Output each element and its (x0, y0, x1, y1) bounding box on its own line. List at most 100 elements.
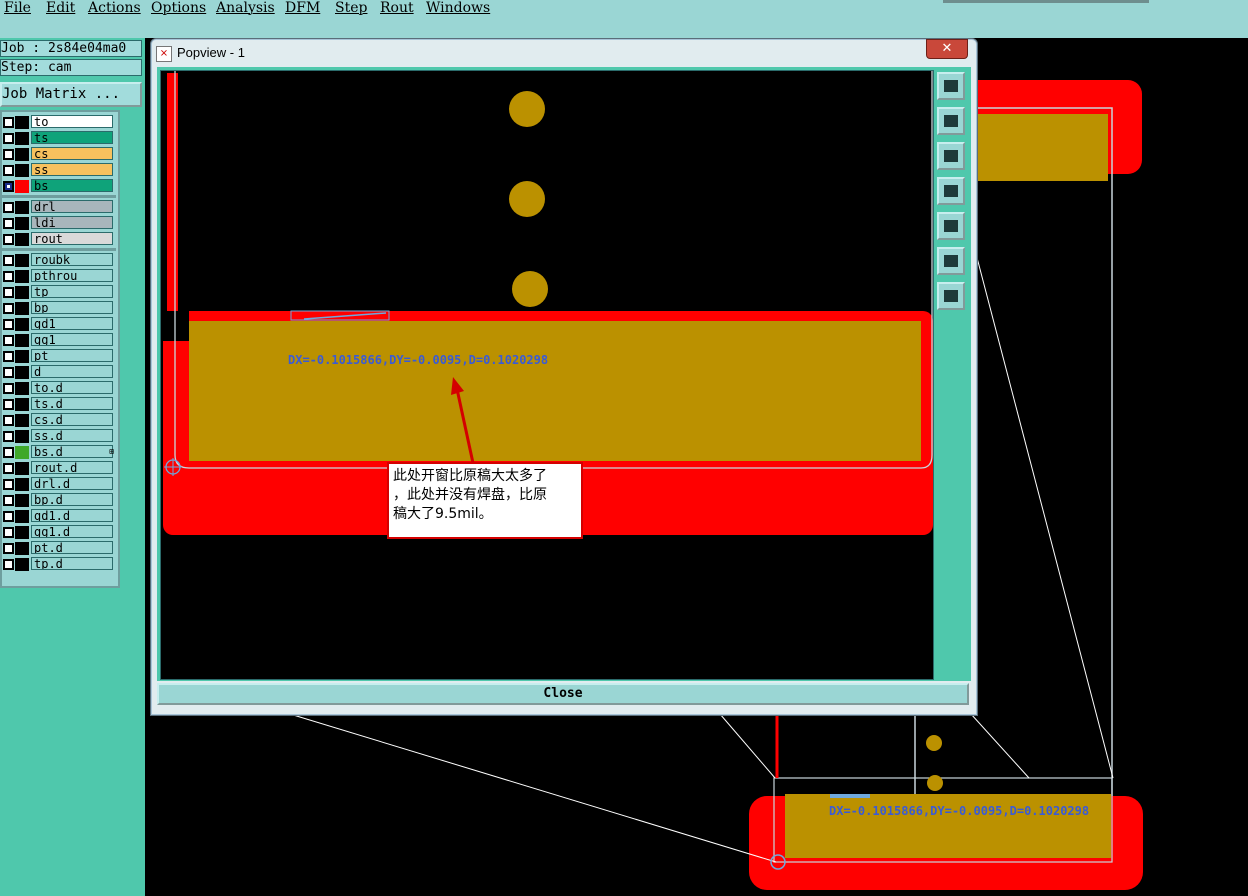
layer-name[interactable]: rout (31, 232, 113, 245)
layer-name[interactable]: bp (31, 301, 113, 314)
layer-checkbox[interactable] (3, 511, 14, 522)
layer-row-tp[interactable]: tp (2, 284, 116, 300)
menu-file[interactable]: File (4, 0, 31, 16)
layer-checkbox[interactable] (3, 527, 14, 538)
layer-row-cs-d[interactable]: cs.d (2, 412, 116, 428)
layer-row-ts-d[interactable]: ts.d (2, 396, 116, 412)
layer-checkbox[interactable] (3, 271, 14, 282)
layer-row-roubk[interactable]: roubk (2, 252, 116, 268)
layer-checkbox[interactable] (3, 255, 14, 266)
layer-row-ts[interactable]: ts (2, 130, 116, 146)
zoom-home-icon[interactable] (937, 72, 965, 100)
layer-name[interactable]: pthrou (31, 269, 113, 282)
layer-checkbox[interactable] (3, 303, 14, 314)
layer-row-drl[interactable]: drl (2, 199, 116, 215)
layer-checkbox[interactable] (3, 543, 14, 554)
layer-checkbox[interactable] (3, 202, 14, 213)
layer-row-pt[interactable]: pt (2, 348, 116, 364)
pan-right-icon[interactable] (937, 212, 965, 240)
layer-checkbox[interactable] (3, 181, 14, 192)
layer-name[interactable]: ss (31, 163, 113, 176)
layer-name[interactable]: ts (31, 131, 113, 144)
layer-name[interactable]: cs.d (31, 413, 113, 426)
layer-name[interactable]: ts.d (31, 397, 113, 410)
layer-name[interactable]: cs (31, 147, 113, 160)
job-matrix-button[interactable]: Job Matrix ... (0, 82, 142, 107)
layer-name[interactable]: bp.d (31, 493, 113, 506)
popview-canvas[interactable]: DX=-0.1015866,DY=-0.0095,D=0.1020298 (160, 70, 934, 680)
layer-name[interactable]: to (31, 115, 113, 128)
layer-name[interactable]: bs.d (31, 445, 113, 458)
layer-checkbox[interactable] (3, 287, 14, 298)
close-icon[interactable]: ✕ (926, 39, 968, 59)
layer-row-drl-d[interactable]: drl.d (2, 476, 116, 492)
pan-down-icon[interactable] (937, 142, 965, 170)
layer-row-bs-d[interactable]: bs.d ⊞ (2, 444, 116, 460)
zoom-in-icon[interactable] (937, 247, 965, 275)
layer-checkbox[interactable] (3, 479, 14, 490)
pan-left-icon[interactable] (937, 177, 965, 205)
menu-actions[interactable]: Actions (88, 0, 141, 16)
menu-edit[interactable]: Edit (46, 0, 75, 16)
menu-dfm[interactable]: DFM (285, 0, 320, 16)
layer-checkbox[interactable] (3, 133, 14, 144)
zoom-out-icon[interactable] (937, 282, 965, 310)
layer-checkbox[interactable] (3, 335, 14, 346)
layer-checkbox[interactable] (3, 234, 14, 245)
layer-row-gg1[interactable]: gg1 (2, 332, 116, 348)
layer-row-bp[interactable]: bp (2, 300, 116, 316)
layer-name[interactable]: drl (31, 200, 113, 213)
layer-row-ldi[interactable]: ldi (2, 215, 116, 231)
layer-row-d[interactable]: d (2, 364, 116, 380)
pan-up-icon[interactable] (937, 107, 965, 135)
layer-checkbox[interactable] (3, 149, 14, 160)
layer-row-pthrou[interactable]: pthrou (2, 268, 116, 284)
layer-row-gd1[interactable]: gd1 (2, 316, 116, 332)
layer-row-gg1-d[interactable]: gg1.d (2, 524, 116, 540)
layer-row-tp-d[interactable]: tp.d (2, 556, 116, 572)
menu-rout[interactable]: Rout (380, 0, 414, 16)
menu-windows[interactable]: Windows (426, 0, 490, 16)
layer-checkbox[interactable] (3, 117, 14, 128)
layer-checkbox[interactable] (3, 319, 14, 330)
layer-row-bs[interactable]: bs (2, 178, 116, 194)
layer-checkbox[interactable] (3, 415, 14, 426)
layer-row-to[interactable]: to (2, 114, 116, 130)
layer-name[interactable]: gd1 (31, 317, 113, 330)
layer-checkbox[interactable] (3, 367, 14, 378)
layer-name[interactable]: pt (31, 349, 113, 362)
layer-name[interactable]: bs (31, 179, 113, 192)
layer-name[interactable]: drl.d (31, 477, 113, 490)
layer-row-cs[interactable]: cs (2, 146, 116, 162)
layer-name[interactable]: d (31, 365, 113, 378)
layer-name[interactable]: ldi (31, 216, 113, 229)
layer-name[interactable]: gg1 (31, 333, 113, 346)
layer-checkbox[interactable] (3, 463, 14, 474)
layer-checkbox[interactable] (3, 351, 14, 362)
popview-titlebar[interactable]: ⨯ Popview - 1 ✕ (151, 39, 977, 67)
close-button[interactable]: Close (157, 683, 969, 705)
layer-row-ss-d[interactable]: ss.d (2, 428, 116, 444)
layer-checkbox[interactable] (3, 559, 14, 570)
layer-name[interactable]: gg1.d (31, 525, 113, 538)
layer-row-bp-d[interactable]: bp.d (2, 492, 116, 508)
layer-checkbox[interactable] (3, 383, 14, 394)
layer-checkbox[interactable] (3, 165, 14, 176)
layer-name[interactable]: tp (31, 285, 113, 298)
layer-row-pt-d[interactable]: pt.d (2, 540, 116, 556)
layer-name[interactable]: tp.d (31, 557, 113, 570)
layer-row-gd1-d[interactable]: gd1.d (2, 508, 116, 524)
layer-name[interactable]: roubk (31, 253, 113, 266)
layer-name[interactable]: rout.d (31, 461, 113, 474)
layer-checkbox[interactable] (3, 447, 14, 458)
layer-name[interactable]: to.d (31, 381, 113, 394)
layer-checkbox[interactable] (3, 495, 14, 506)
layer-checkbox[interactable] (3, 218, 14, 229)
layer-checkbox[interactable] (3, 431, 14, 442)
layer-row-rout[interactable]: rout (2, 231, 116, 247)
layer-name[interactable]: gd1.d (31, 509, 113, 522)
layer-name[interactable]: ss.d (31, 429, 113, 442)
menu-step[interactable]: Step (335, 0, 367, 16)
layer-row-ss[interactable]: ss (2, 162, 116, 178)
layer-checkbox[interactable] (3, 399, 14, 410)
